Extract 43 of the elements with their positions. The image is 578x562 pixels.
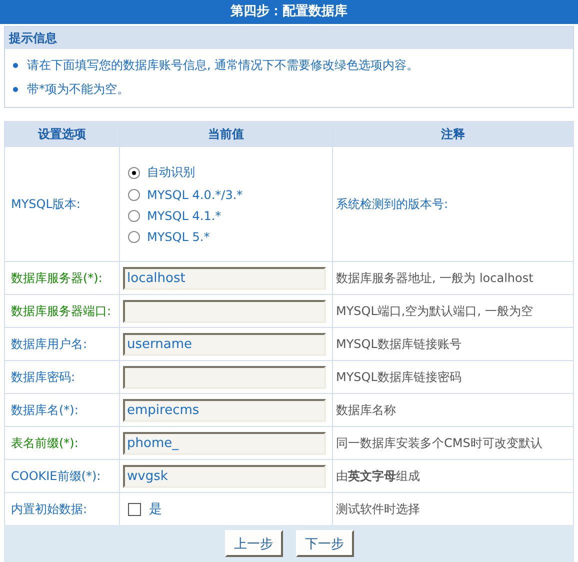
tips-heading: 提示信息 [5, 27, 573, 49]
note-text: MYSQL数据库链接账号 [336, 336, 462, 352]
field-label: COOKIE前缀(*): [10, 468, 101, 484]
bullet-icon [13, 62, 18, 68]
field-label: 数据库名(*): [10, 402, 78, 418]
radio-label: MYSQL 4.1.* [147, 209, 222, 223]
tip-text: 带*项为不能为空。 [27, 80, 129, 98]
radio-label: MYSQL 4.0.*/3.* [147, 188, 243, 202]
tip-text: 请在下面填写您的数据库账号信息, 通常情况下不需要修改绿色选项内容。 [27, 56, 419, 74]
radio-label: MYSQL 5.* [147, 230, 210, 244]
note-text: 系统检测到的版本号: [336, 196, 448, 212]
radio-label: 自动识别 [147, 164, 195, 181]
page-title: 第四步：配置数据库 [0, 0, 578, 24]
input-field[interactable]: username [123, 332, 326, 356]
field-label: 内置初始数据: [10, 500, 88, 518]
note-text: 数据库名称 [336, 402, 396, 418]
previous-button[interactable]: 上一步 [224, 530, 282, 557]
checkbox[interactable] [128, 502, 141, 516]
field-label: 数据库用户名: [10, 336, 88, 352]
checkbox-label: 是 [149, 501, 162, 518]
field-label: MYSQL版本: [10, 196, 80, 212]
next-button[interactable]: 下一步 [296, 530, 354, 557]
input-field[interactable]: phome_ [123, 432, 326, 454]
field-label: 数据库服务器端口: [10, 302, 112, 320]
field-label: 数据库服务器(*): [10, 270, 102, 286]
note-text: 由英文字母组成 [336, 468, 420, 484]
radio-button[interactable] [128, 189, 140, 201]
bullet-icon [13, 86, 18, 92]
radio-button[interactable] [128, 166, 140, 178]
input-field[interactable]: empirecms [123, 398, 326, 422]
input-field[interactable] [123, 300, 326, 322]
radio-button[interactable] [128, 231, 140, 243]
note-text: MYSQL数据库链接密码 [336, 368, 462, 386]
radio-button[interactable] [128, 210, 140, 222]
note-text: MYSQL端口,空为默认端口, 一般为空 [336, 302, 533, 320]
field-label: 数据库密码: [10, 368, 76, 386]
note-text: 测试软件时选择 [336, 500, 420, 518]
field-label: 表名前缀(*): [10, 434, 78, 452]
input-field[interactable] [123, 366, 326, 388]
input-field[interactable]: wvgsk [123, 464, 326, 488]
input-field[interactable]: localhost [123, 266, 326, 290]
note-text: 同一数据库安装多个CMS时可改变默认 [336, 434, 542, 452]
note-text: 数据库服务器地址, 一般为 localhost [336, 270, 534, 286]
